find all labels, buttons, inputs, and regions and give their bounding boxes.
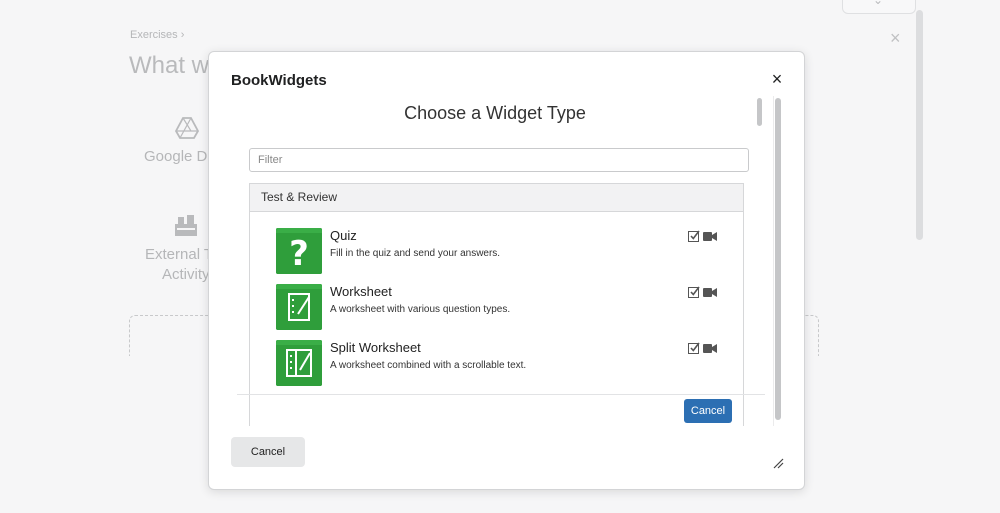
widget-item-worksheet[interactable]: Worksheet A worksheet with various quest… bbox=[276, 284, 726, 332]
widget-picker-frame: Choose a Widget Type Test & Review ? Qui… bbox=[237, 96, 782, 426]
split-worksheet-icon bbox=[276, 340, 322, 386]
worksheet-icon bbox=[276, 284, 322, 330]
close-icon[interactable]: × bbox=[767, 69, 787, 89]
checkbox-icon bbox=[688, 230, 700, 242]
video-icon bbox=[703, 344, 717, 353]
external-tool-label-line2: Activity bbox=[162, 266, 210, 283]
widget-name: Quiz bbox=[330, 228, 357, 243]
google-drive-label[interactable]: Google Dr bbox=[144, 148, 212, 165]
breadcrumb[interactable]: Exercises › bbox=[130, 29, 184, 41]
widget-description: A worksheet with various question types. bbox=[330, 304, 511, 315]
video-icon bbox=[703, 232, 717, 241]
filter-input[interactable] bbox=[249, 148, 749, 172]
widget-name: Worksheet bbox=[330, 284, 392, 299]
divider bbox=[237, 394, 765, 395]
close-icon[interactable]: × bbox=[890, 28, 901, 49]
collapse-tab[interactable]: ⌄ bbox=[842, 0, 916, 14]
question-mark-icon: ? bbox=[276, 228, 322, 274]
widget-description: Fill in the quiz and send your answers. bbox=[330, 248, 501, 259]
page-scrollbar[interactable] bbox=[916, 10, 923, 240]
external-tool-label-line1: External T bbox=[145, 246, 214, 263]
dialog-title: BookWidgets bbox=[231, 72, 327, 89]
external-tool-label[interactable]: External T Activity bbox=[145, 245, 213, 285]
video-icon bbox=[703, 288, 717, 297]
resize-handle-icon[interactable] bbox=[772, 457, 784, 469]
section-header[interactable]: Test & Review bbox=[250, 184, 743, 212]
cancel-button[interactable]: Cancel bbox=[231, 437, 305, 467]
inner-cancel-button[interactable]: Cancel bbox=[684, 399, 732, 423]
svg-text:?: ? bbox=[289, 234, 309, 274]
widget-description: A worksheet combined with a scrollable t… bbox=[330, 360, 527, 371]
widget-item-quiz[interactable]: ? Quiz Fill in the quiz and send your an… bbox=[276, 228, 726, 276]
widget-section: Test & Review ? Quiz Fill in the quiz an… bbox=[249, 183, 744, 426]
inner-scrollbar[interactable] bbox=[757, 98, 762, 126]
external-tool-icon bbox=[175, 215, 197, 236]
chevron-down-icon: ⌄ bbox=[873, 0, 884, 7]
google-drive-icon bbox=[175, 117, 199, 139]
picker-heading: Choose a Widget Type bbox=[404, 103, 586, 123]
widget-item-split-worksheet[interactable]: Split Worksheet A worksheet combined wit… bbox=[276, 340, 726, 388]
checkbox-icon bbox=[688, 286, 700, 298]
widget-name: Split Worksheet bbox=[330, 340, 421, 355]
checkbox-icon bbox=[688, 342, 700, 354]
outer-scrollbar[interactable] bbox=[775, 98, 781, 420]
bookwidgets-dialog: BookWidgets × Choose a Widget Type Test … bbox=[208, 51, 805, 490]
